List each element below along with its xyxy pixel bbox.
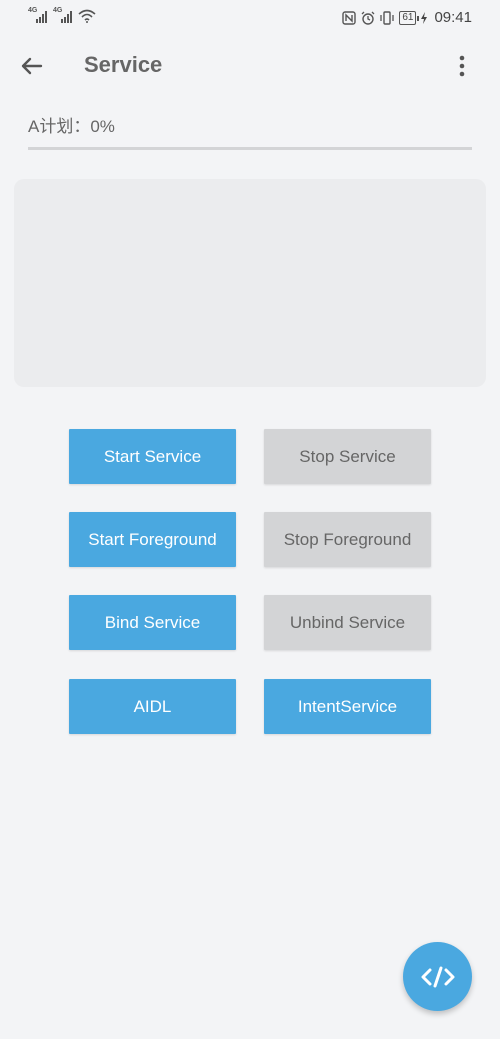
intent-service-button[interactable]: IntentService xyxy=(264,679,431,734)
alarm-icon xyxy=(361,11,375,25)
more-vert-icon[interactable] xyxy=(448,52,476,80)
battery-indicator: 61 xyxy=(399,10,420,25)
aidl-button[interactable]: AIDL xyxy=(69,679,236,734)
status-bar: 4G 4G 61 09:41 xyxy=(0,0,500,34)
progress-label: A计划：0% xyxy=(28,117,115,136)
signal-2-icon: 4G xyxy=(53,7,72,23)
nfc-icon xyxy=(342,10,357,25)
code-icon xyxy=(421,966,454,987)
unbind-service-button[interactable]: Unbind Service xyxy=(264,595,431,650)
network-type-2: 4G xyxy=(53,7,63,14)
wifi-icon xyxy=(78,9,96,23)
progress-bar xyxy=(28,147,472,150)
status-right: 61 09:41 xyxy=(342,9,472,26)
charging-icon xyxy=(421,11,428,24)
service-screen: 4G 4G 61 09:41 Service A计划：0% Start Serv… xyxy=(0,0,500,1039)
network-type-1: 4G xyxy=(28,7,38,14)
signal-1-icon: 4G xyxy=(28,7,47,23)
vibrate-icon xyxy=(380,10,394,25)
app-toolbar: Service xyxy=(0,34,500,98)
clock: 09:41 xyxy=(434,9,472,26)
view-source-fab[interactable] xyxy=(403,942,472,1011)
bind-service-button[interactable]: Bind Service xyxy=(69,595,236,650)
stop-foreground-button[interactable]: Stop Foreground xyxy=(264,512,431,567)
output-panel xyxy=(14,179,486,387)
page-title: Service xyxy=(84,52,163,77)
start-service-button[interactable]: Start Service xyxy=(69,429,236,484)
stop-service-button[interactable]: Stop Service xyxy=(264,429,431,484)
start-foreground-button[interactable]: Start Foreground xyxy=(69,512,236,567)
arrow-left-icon[interactable] xyxy=(16,50,48,82)
status-left: 4G 4G xyxy=(28,7,96,23)
